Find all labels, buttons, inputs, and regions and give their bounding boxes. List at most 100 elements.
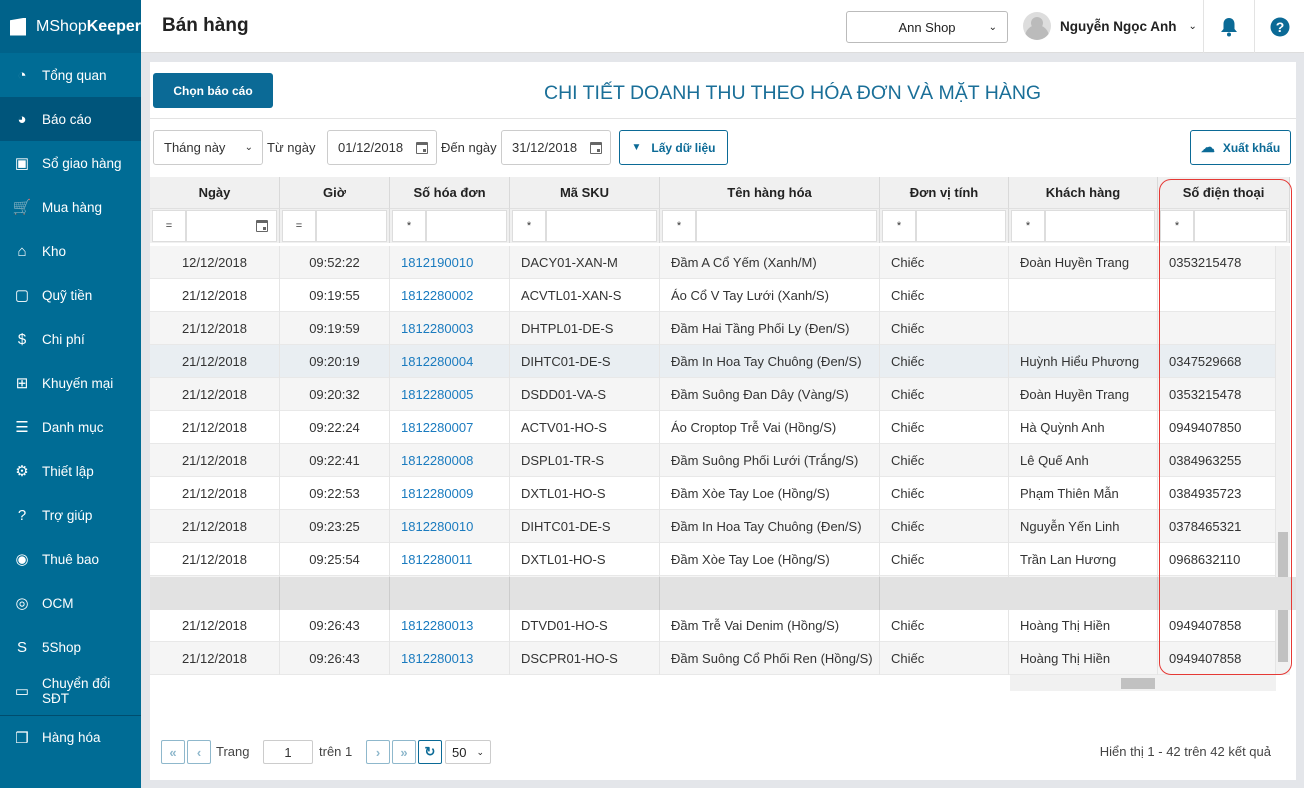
filter-operator[interactable]: * — [1160, 210, 1194, 242]
invoice-link[interactable]: 1812190010 — [390, 246, 510, 279]
filter-input[interactable] — [1045, 210, 1155, 242]
table-row[interactable]: 21/12/2018 09:22:53 1812280009 DXTL01-HO-S Đ… — [150, 477, 1276, 510]
sidebar-item-cart[interactable]: 🛒 Mua hàng — [0, 185, 141, 229]
invoice-link[interactable]: 1812280011 — [390, 543, 510, 576]
filter-input[interactable] — [546, 210, 657, 242]
table-row[interactable]: 21/12/2018 09:19:55 1812280002 ACVTL01-XAN-… — [150, 279, 1276, 312]
filter-input[interactable] — [426, 210, 507, 242]
table-row[interactable]: 12/12/2018 09:52:22 1812190010 DACY01-XAN-M… — [150, 246, 1276, 279]
column-header[interactable]: Khách hàng — [1009, 177, 1158, 209]
table-row[interactable]: 21/12/2018 09:20:19 1812280004 DIHTC01-DE-S… — [150, 345, 1276, 378]
filter-operator[interactable]: * — [512, 210, 546, 242]
app-logo[interactable]: MShop Keeper — [0, 0, 141, 53]
filter-input[interactable] — [696, 210, 877, 242]
page-size-select[interactable]: 50 ⌄ — [445, 740, 491, 764]
filter-operator[interactable]: * — [1011, 210, 1045, 242]
column-header[interactable]: Đơn vị tính — [880, 177, 1009, 209]
horizontal-scrollbar[interactable] — [1010, 675, 1276, 691]
invoice-link[interactable]: 1812280004 — [390, 345, 510, 378]
invoice-link[interactable]: 1812280007 — [390, 411, 510, 444]
filter-input[interactable] — [1194, 210, 1287, 242]
sidebar-item-gear[interactable]: ⚙ Thiết lập — [0, 449, 141, 493]
first-page-button[interactable]: « — [161, 740, 185, 764]
table-row[interactable]: 21/12/2018 09:26:43 1812280013 DTVD01-HO-S Đ… — [150, 609, 1276, 642]
invoice-link[interactable]: 1812280003 — [390, 312, 510, 345]
sidebar-item-5shop[interactable]: S 5Shop — [0, 625, 141, 669]
table-row[interactable]: 21/12/2018 09:25:54 1812280011 DXTL01-HO-S Đ… — [150, 543, 1276, 576]
sidebar-item-phone-convert[interactable]: ▭ Chuyển đổi SĐT — [0, 669, 141, 713]
filter-operator[interactable]: * — [882, 210, 916, 242]
refresh-button[interactable]: ↻ — [418, 740, 442, 764]
table-cell: Đầm Xòe Tay Loe (Hồng/S) — [660, 477, 880, 510]
column-header[interactable]: Số hóa đơn — [390, 177, 510, 209]
filter-operator[interactable]: * — [392, 210, 426, 242]
invoice-link[interactable]: 1812280013 — [390, 609, 510, 642]
boxes-icon: ❒ — [15, 729, 29, 747]
calendar-icon[interactable] — [590, 141, 602, 154]
help-button[interactable]: ? — [1254, 0, 1304, 53]
column-header[interactable]: Giờ — [280, 177, 390, 209]
table-cell: Lê Quế Anh — [1009, 444, 1158, 477]
filter-input[interactable] — [316, 210, 387, 242]
table-row[interactable]: 21/12/2018 09:22:41 1812280008 DSPL01-TR-S Đ… — [150, 444, 1276, 477]
user-menu[interactable]: Nguyễn Ngọc Anh ⌄ — [1023, 12, 1197, 40]
refresh-icon: ↻ — [424, 744, 436, 759]
period-select[interactable]: Tháng này ⌄ — [153, 130, 263, 165]
filter-input[interactable] — [916, 210, 1006, 242]
vertical-scrollbar[interactable] — [1276, 246, 1290, 675]
calendar-icon[interactable] — [256, 220, 268, 232]
sidebar-item-warehouse[interactable]: ⌂ Kho — [0, 229, 141, 273]
table-cell: ACVTL01-XAN-S — [510, 279, 660, 312]
column-header[interactable]: Mã SKU — [510, 177, 660, 209]
filter-operator[interactable]: = — [282, 210, 316, 242]
sidebar-item-money[interactable]: $ Chi phí — [0, 317, 141, 361]
column-header[interactable]: Tên hàng hóa — [660, 177, 880, 209]
shopping-bag-icon — [10, 17, 27, 36]
filter-input[interactable] — [186, 210, 277, 242]
table-cell: Đầm Suông Đan Dây (Vàng/S) — [660, 378, 880, 411]
sidebar-item-gift[interactable]: ⊞ Khuyến mại — [0, 361, 141, 405]
choose-report-button[interactable]: Chọn báo cáo — [153, 73, 273, 108]
column-header[interactable]: Ngày — [150, 177, 280, 209]
invoice-link[interactable]: 1812280008 — [390, 444, 510, 477]
fetch-data-button[interactable]: ▼ Lấy dữ liệu — [619, 130, 728, 165]
table-cell: Chiếc — [880, 312, 1009, 345]
to-date-input[interactable]: 31/12/2018 — [501, 130, 611, 165]
table-row[interactable]: 21/12/2018 09:22:24 1812280007 ACTV01-HO-S Á… — [150, 411, 1276, 444]
table-row[interactable]: 21/12/2018 09:19:59 1812280003 DHTPL01-DE-S… — [150, 312, 1276, 345]
sidebar-item-boxes[interactable]: ❒ Hàng hóa — [0, 715, 141, 759]
export-button[interactable]: ☁ Xuất khẩu — [1190, 130, 1291, 165]
table-cell: Nguyễn Yến Linh — [1009, 510, 1158, 543]
invoice-link[interactable]: 1812280009 — [390, 477, 510, 510]
filter-operator[interactable]: * — [662, 210, 696, 242]
next-page-button[interactable]: › — [366, 740, 390, 764]
table-cell: DIHTC01-DE-S — [510, 345, 660, 378]
sidebar-item-delivery[interactable]: ▣ Sổ giao hàng — [0, 141, 141, 185]
notification-button[interactable] — [1203, 0, 1254, 53]
sidebar-item-pie-chart[interactable]: ◕ Báo cáo — [0, 97, 141, 141]
invoice-link[interactable]: 1812280010 — [390, 510, 510, 543]
calendar-icon[interactable] — [416, 141, 428, 154]
sidebar-item-safe[interactable]: ▢ Quỹ tiền — [0, 273, 141, 317]
filter-operator[interactable]: = — [152, 210, 186, 242]
prev-page-button[interactable]: ‹ — [187, 740, 211, 764]
export-label: Xuất khẩu — [1222, 140, 1281, 155]
sidebar-item-ocm[interactable]: ◎ OCM — [0, 581, 141, 625]
sidebar-item-help[interactable]: ? Trợ giúp — [0, 493, 141, 537]
invoice-link[interactable]: 1812280013 — [390, 642, 510, 675]
sidebar-item-dashboard[interactable]: ◔ Tổng quan — [0, 53, 141, 97]
sidebar-item-list[interactable]: ☰ Danh mục — [0, 405, 141, 449]
table-row[interactable]: 21/12/2018 09:26:43 1812280013 DSCPR01-HO-S… — [150, 642, 1276, 675]
scrollbar-thumb[interactable] — [1121, 678, 1155, 689]
table-row[interactable]: 21/12/2018 09:20:32 1812280005 DSDD01-VA-S Đ… — [150, 378, 1276, 411]
last-page-button[interactable]: » — [392, 740, 416, 764]
invoice-link[interactable]: 1812280002 — [390, 279, 510, 312]
table-cell: DTVD01-HO-S — [510, 609, 660, 642]
sidebar-item-user-circle[interactable]: ◉ Thuê bao — [0, 537, 141, 581]
page-input[interactable]: 1 — [263, 740, 313, 764]
shop-select[interactable]: Ann Shop ⌄ — [846, 11, 1008, 43]
from-date-input[interactable]: 01/12/2018 — [327, 130, 437, 165]
invoice-link[interactable]: 1812280005 — [390, 378, 510, 411]
table-row[interactable]: 21/12/2018 09:23:25 1812280010 DIHTC01-DE-S… — [150, 510, 1276, 543]
column-header[interactable]: Số điện thoại — [1158, 177, 1290, 209]
